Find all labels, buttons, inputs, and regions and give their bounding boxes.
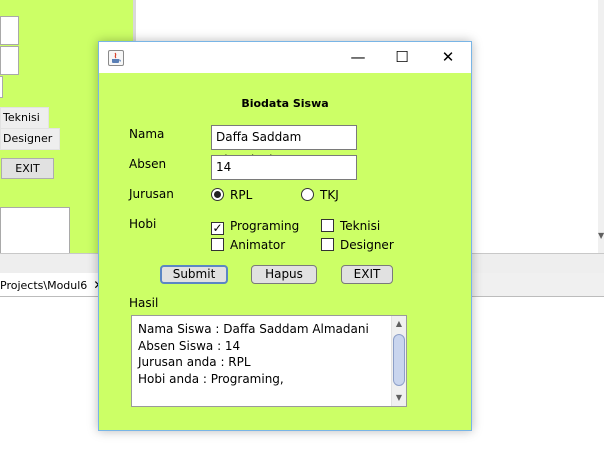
checkbox-programing[interactable]: ✓ Programing bbox=[211, 218, 299, 235]
title-bar[interactable]: — ☐ ✕ bbox=[99, 42, 471, 73]
radio-rpl-label: RPL bbox=[230, 188, 253, 202]
background-exit-button[interactable]: EXIT bbox=[1, 158, 54, 179]
checkbox-designer-label: Designer bbox=[340, 238, 394, 252]
hasil-line: Nama Siswa : Daffa Saddam Almadani bbox=[138, 322, 369, 336]
scroll-thumb[interactable] bbox=[393, 334, 405, 386]
hasil-line: Jurusan anda : RPL bbox=[138, 355, 251, 370]
background-absen-field[interactable] bbox=[0, 46, 19, 75]
checkbox-designer[interactable]: Designer bbox=[321, 237, 394, 253]
project-tab[interactable]: Projects\Modul6✕ bbox=[0, 273, 103, 297]
checkbox-unchecked-icon[interactable] bbox=[321, 238, 334, 251]
form-heading: Biodata Siswa bbox=[241, 97, 329, 110]
absen-label: Absen bbox=[129, 157, 167, 171]
hasil-scrollbar[interactable]: ▲ ▼ bbox=[391, 316, 406, 406]
background-scroll-down-icon[interactable]: ▼ bbox=[598, 231, 604, 241]
checkbox-animator[interactable]: Animator bbox=[211, 237, 285, 253]
radio-selected-icon[interactable] bbox=[211, 188, 224, 201]
scroll-down-icon[interactable]: ▼ bbox=[392, 391, 406, 405]
checkbox-programing-label: Programing bbox=[230, 219, 300, 233]
radio-tkj-label: TKJ bbox=[320, 188, 339, 202]
checkbox-checked-icon[interactable]: ✓ bbox=[211, 222, 224, 235]
project-tab-label: Projects\Modul6 bbox=[0, 279, 88, 292]
nama-label: Nama bbox=[129, 127, 165, 141]
hasil-line: Hobi anda : Programing, bbox=[138, 371, 284, 386]
close-icon[interactable]: ✕ bbox=[428, 42, 468, 73]
minimize-icon[interactable]: — bbox=[338, 42, 378, 73]
java-app-icon bbox=[108, 50, 124, 66]
jurusan-label: Jurusan bbox=[129, 187, 174, 201]
hasil-line: Absen Siswa : 14 bbox=[138, 338, 241, 353]
nama-input[interactable]: Daffa Saddam Almadani bbox=[211, 125, 357, 167]
exit-button[interactable]: EXIT bbox=[341, 265, 393, 284]
checkbox-unchecked-icon[interactable] bbox=[211, 238, 224, 251]
radio-tkj[interactable]: TKJ bbox=[301, 187, 339, 203]
submit-button[interactable]: Submit bbox=[160, 265, 228, 284]
background-result-area[interactable] bbox=[0, 207, 70, 253]
radio-unselected-icon[interactable] bbox=[301, 188, 314, 201]
radio-rpl[interactable]: RPL bbox=[211, 187, 252, 203]
biodata-dialog: — ☐ ✕ Biodata Siswa Nama Daffa Saddam Al… bbox=[98, 41, 472, 431]
hobi-label: Hobi bbox=[129, 217, 157, 231]
checkbox-animator-label: Animator bbox=[230, 238, 286, 252]
maximize-icon[interactable]: ☐ bbox=[382, 42, 422, 73]
hasil-label: Hasil bbox=[129, 296, 159, 310]
checkbox-teknisi[interactable]: Teknisi bbox=[321, 218, 380, 234]
checkbox-unchecked-icon[interactable] bbox=[321, 219, 334, 232]
scroll-up-icon[interactable]: ▲ bbox=[392, 317, 406, 331]
hasil-text: Nama Siswa : Daffa Saddam Almadani Absen … bbox=[138, 321, 369, 387]
background-checkbox-designer-label: Designer bbox=[3, 132, 53, 145]
background-radio-strip bbox=[0, 76, 3, 98]
checkbox-teknisi-label: Teknisi bbox=[340, 219, 381, 233]
background-checkbox-teknisi-label: Teknisi bbox=[3, 111, 40, 124]
hasil-textarea[interactable]: Nama Siswa : Daffa Saddam Almadani Absen … bbox=[131, 315, 407, 407]
background-scrollbar[interactable] bbox=[598, 0, 604, 253]
hapus-button[interactable]: Hapus bbox=[251, 265, 317, 284]
background-nama-field[interactable] bbox=[0, 16, 19, 45]
background-checkbox-teknisi[interactable]: Teknisi bbox=[0, 107, 49, 129]
absen-input[interactable]: 14 bbox=[211, 155, 357, 180]
background-checkbox-designer[interactable]: Designer bbox=[0, 128, 60, 150]
form-content: Biodata Siswa Nama Daffa Saddam Almadani… bbox=[99, 73, 471, 430]
